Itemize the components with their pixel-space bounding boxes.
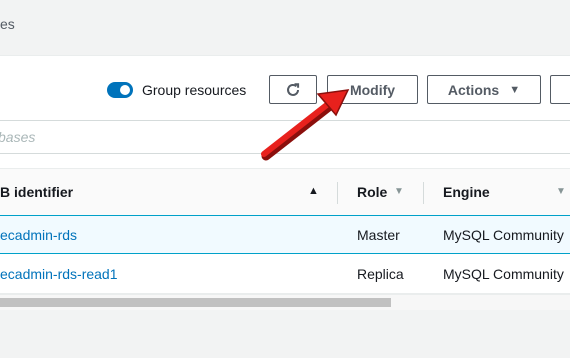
refresh-button[interactable] xyxy=(269,75,317,104)
table-header: B identifier ▲ Role ▼ Engine ▼ xyxy=(0,168,570,216)
db-identifier-link[interactable]: ecadmin-rds-read1 xyxy=(0,266,118,282)
db-identifier-link[interactable]: ecadmin-rds xyxy=(0,227,77,243)
modify-button[interactable]: Modify xyxy=(327,75,418,104)
more-button[interactable] xyxy=(550,75,570,104)
toggle-knob xyxy=(120,85,130,95)
column-role[interactable]: Role xyxy=(357,184,387,200)
column-divider xyxy=(423,182,424,204)
role-cell: Master xyxy=(357,227,400,243)
table-row[interactable]: ecadmin-rds Master MySQL Community xyxy=(0,215,570,254)
scrollbar-thumb[interactable] xyxy=(0,298,391,307)
refresh-icon xyxy=(287,82,300,96)
role-cell: Replica xyxy=(357,266,404,282)
toolbar: Group resources Modify Actions ▼ xyxy=(0,56,570,120)
engine-cell: MySQL Community xyxy=(443,227,564,243)
databases-panel: Group resources Modify Actions ▼ B ident… xyxy=(0,55,570,310)
sort-caret-icon[interactable]: ▼ xyxy=(556,186,566,197)
horizontal-scrollbar[interactable] xyxy=(0,294,570,310)
table-row[interactable]: ecadmin-rds-read1 Replica MySQL Communit… xyxy=(0,255,570,294)
engine-cell: MySQL Community xyxy=(443,266,564,282)
actions-label: Actions xyxy=(447,81,500,98)
caret-down-icon: ▼ xyxy=(509,83,521,96)
column-divider xyxy=(337,182,338,204)
search-input[interactable] xyxy=(0,121,568,153)
column-engine[interactable]: Engine xyxy=(443,184,490,200)
sort-ascending-icon[interactable]: ▲ xyxy=(308,185,319,197)
actions-button[interactable]: Actions ▼ xyxy=(427,75,541,104)
sort-caret-icon[interactable]: ▼ xyxy=(394,186,404,197)
group-resources-label: Group resources xyxy=(142,82,247,98)
search-bar[interactable] xyxy=(0,120,570,154)
breadcrumb[interactable]: es xyxy=(0,16,15,32)
column-db-identifier[interactable]: B identifier xyxy=(0,184,73,200)
group-resources-toggle[interactable] xyxy=(107,82,133,98)
